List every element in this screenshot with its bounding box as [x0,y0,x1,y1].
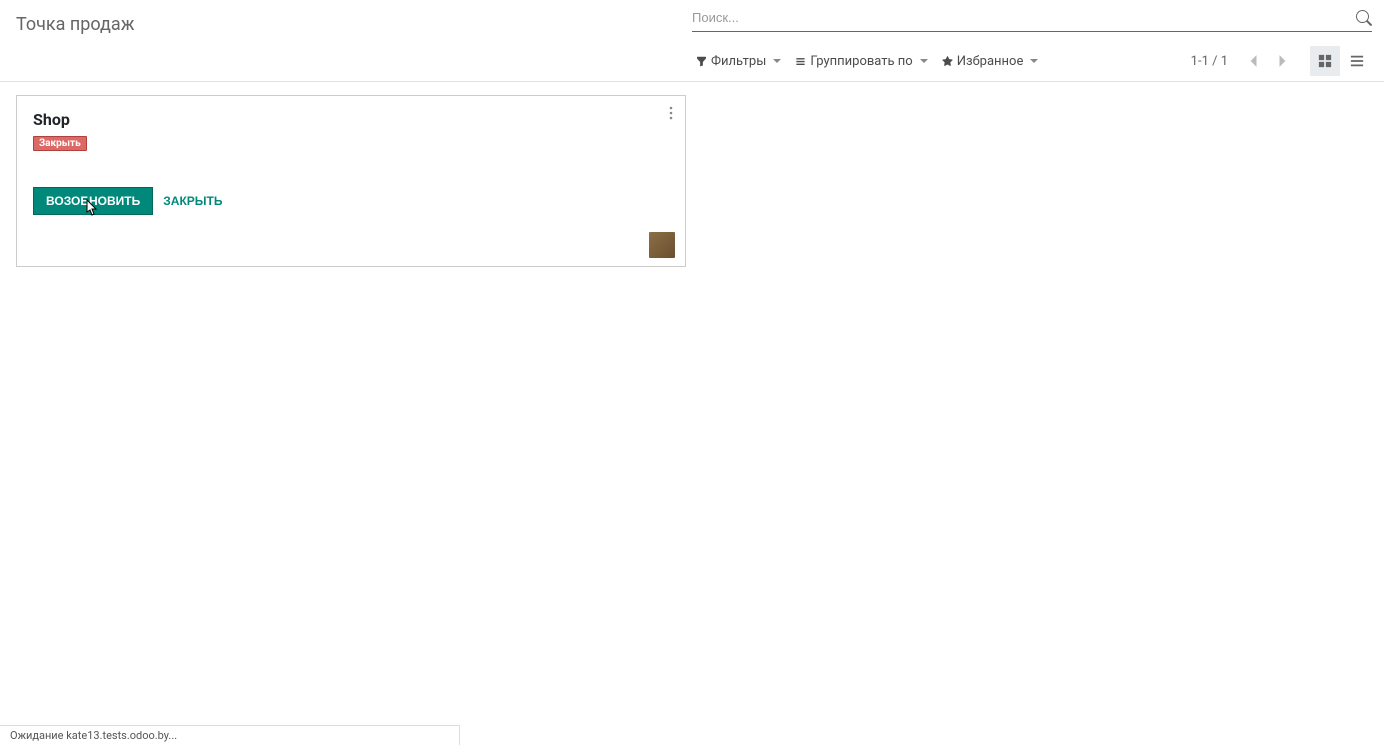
card-title: Shop [33,110,669,129]
filter-icon [696,56,707,67]
close-button[interactable]: ЗАКРЫТЬ [163,194,222,208]
card-menu-button[interactable] [669,106,673,124]
resume-button[interactable]: ВОЗОБНОВИТЬ [33,187,153,215]
browser-status-bar: Ожидание kate13.tests.odoo.by... [0,725,460,745]
grid-icon [1318,54,1332,68]
header: Точка продаж Фильтры Группировать по [0,0,1384,82]
page-title: Точка продаж [16,14,135,35]
group-by-label: Группировать по [810,54,912,69]
favorites-button[interactable]: Избранное [938,52,1043,71]
search-icon[interactable] [1356,10,1372,26]
next-page-button[interactable] [1272,50,1294,72]
favorites-label: Избранное [957,54,1024,69]
avatar[interactable] [649,232,675,258]
caret-down-icon [920,59,928,63]
filters-button[interactable]: Фильтры [692,52,785,71]
list-view-button[interactable] [1342,46,1372,76]
group-by-button[interactable]: Группировать по [791,52,931,71]
list-icon [1350,54,1364,68]
content-area: Shop Закрыть ВОЗОБНОВИТЬ ЗАКРЫТЬ [0,82,1384,280]
status-badge: Закрыть [33,136,87,151]
kanban-view-button[interactable] [1310,46,1340,76]
page-indicator: 1-1 / 1 [1191,54,1228,69]
search-bar [692,4,1372,32]
caret-down-icon [1030,59,1038,63]
prev-page-button[interactable] [1242,50,1264,72]
chevron-right-icon [1278,54,1288,68]
search-input[interactable] [692,6,1356,29]
list-icon [795,56,806,67]
caret-down-icon [773,59,781,63]
toolbar: Фильтры Группировать по Избранное 1-1 / … [692,46,1372,76]
pos-card[interactable]: Shop Закрыть ВОЗОБНОВИТЬ ЗАКРЫТЬ [16,95,686,267]
dots-vertical-icon [669,106,673,120]
filters-label: Фильтры [711,54,766,69]
chevron-left-icon [1248,54,1258,68]
star-icon [942,56,953,67]
